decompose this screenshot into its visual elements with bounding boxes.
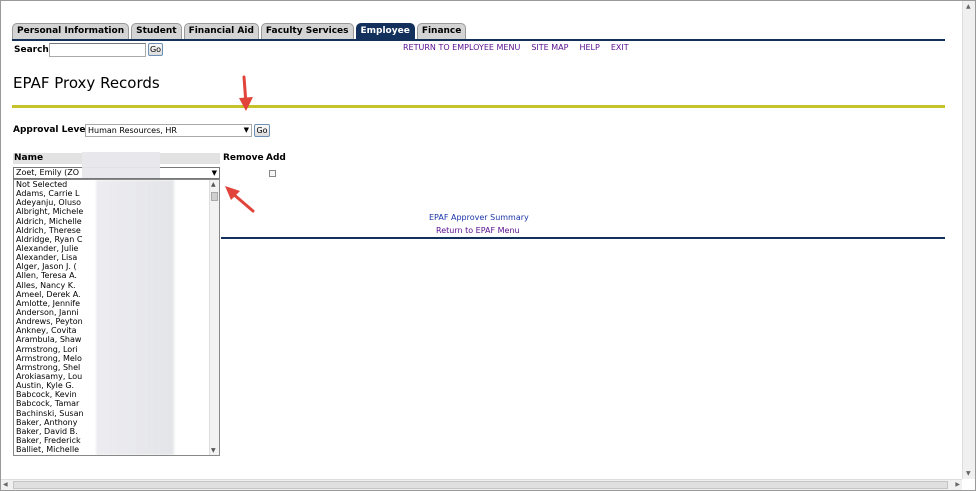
exit-link[interactable]: EXIT xyxy=(611,43,629,52)
page-title: EPAF Proxy Records xyxy=(13,74,160,92)
site-map-link[interactable]: SITE MAP xyxy=(531,43,568,52)
dropdown-scrollbar[interactable]: ▲ ▼ xyxy=(209,180,219,455)
tab-student[interactable]: Student xyxy=(131,23,182,39)
tab-personal-information[interactable]: Personal Information xyxy=(12,23,130,39)
scroll-up-icon[interactable]: ▲ xyxy=(211,181,216,188)
chevron-down-icon: ▼ xyxy=(211,169,217,177)
horizontal-scroll-thumb[interactable] xyxy=(13,481,948,489)
add-column-header: Add xyxy=(266,153,286,163)
tab-faculty-services[interactable]: Faculty Services xyxy=(260,23,354,39)
add-checkbox[interactable] xyxy=(269,170,276,177)
red-arrow-left-icon xyxy=(225,186,255,213)
footer-divider xyxy=(221,237,945,239)
title-divider xyxy=(12,105,945,108)
remove-column-header: Remove xyxy=(223,153,264,163)
scroll-down-icon[interactable]: ▼ xyxy=(211,447,216,454)
tab-finance[interactable]: Finance xyxy=(416,23,467,39)
proxy-name-value: Zoet, Emily (ZO xyxy=(16,168,79,177)
search-go-button[interactable]: Go xyxy=(148,43,163,56)
chevron-down-icon: ▼ xyxy=(243,126,249,134)
top-links: RETURN TO EMPLOYEE MENU SITE MAP HELP EX… xyxy=(403,43,629,52)
approval-level-label: Approval Level: xyxy=(13,125,93,135)
approval-level-value: Human Resources, HR xyxy=(88,126,177,135)
epaf-approver-summary-link[interactable]: EPAF Approver Summary xyxy=(429,213,529,222)
page-horizontal-scrollbar[interactable]: ◀ ▶ xyxy=(1,479,962,490)
tab-bar: Personal Information Student Financial Aid… xyxy=(12,23,467,39)
approval-level-select[interactable]: Human Resources, HR ▼ xyxy=(85,124,252,137)
scroll-right-icon[interactable]: ▶ xyxy=(955,481,960,488)
tab-employee[interactable]: Employee xyxy=(355,23,415,39)
dropdown-scroll-thumb[interactable] xyxy=(211,192,218,201)
tab-financial-aid[interactable]: Financial Aid xyxy=(183,23,259,39)
scroll-down-icon[interactable]: ▼ xyxy=(966,470,971,477)
proxy-name-dropdown-list[interactable]: Not Selected Adams, Carrie L Adeyanju, Olu… xyxy=(13,179,220,456)
scroll-up-icon[interactable]: ▲ xyxy=(966,3,971,10)
page-vertical-scrollbar[interactable]: ▲ ▼ xyxy=(962,1,975,479)
return-to-epaf-menu-link[interactable]: Return to EPAF Menu xyxy=(436,226,520,235)
help-link[interactable]: HELP xyxy=(579,43,599,52)
return-to-employee-menu-link[interactable]: RETURN TO EMPLOYEE MENU xyxy=(403,43,520,52)
search-input[interactable] xyxy=(49,43,146,57)
approval-go-button[interactable]: Go xyxy=(254,124,270,137)
red-arrow-down-icon xyxy=(239,75,253,111)
redaction-blur-header xyxy=(82,152,160,178)
tab-underline xyxy=(12,39,945,41)
search-label: Search xyxy=(14,45,49,55)
redaction-blur xyxy=(96,180,174,455)
scroll-left-icon[interactable]: ◀ xyxy=(3,481,8,488)
